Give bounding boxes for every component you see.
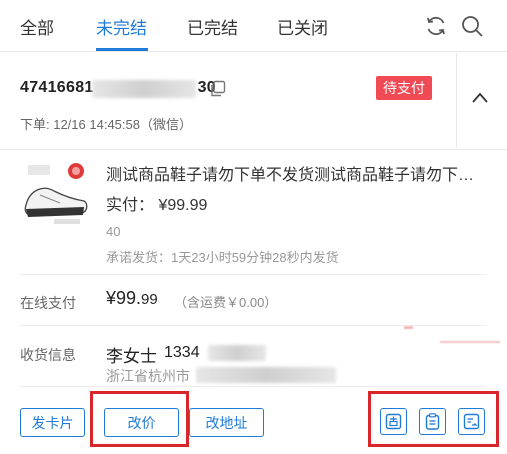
product-quantity: 40 [106,224,121,239]
payment-label: 在线支付 [20,295,76,311]
highlight-box-action-icons [368,391,499,447]
row-divider [20,325,486,326]
order-card: 47416681 30 下单: 12/16 14:45:58（微信） 待支付 测试… [0,53,507,454]
faint-overlay [440,341,500,343]
masked-phone [208,345,266,361]
payment-amount: ¥99.99 [106,288,158,308]
receiver-label: 收货信息 [20,347,76,363]
tab-finished[interactable]: 已完结 [187,14,238,39]
ship-promise: 承诺发货：1天23小时59分钟28秒内发货 [106,250,339,265]
product-price-label: 实付： [106,197,155,214]
row-divider [20,274,486,275]
payment-note: （含运费￥0.00） [174,295,278,310]
search-icon[interactable] [460,14,484,38]
receiver-name: 李女士 [106,347,157,366]
change-address-button[interactable]: 改地址 [189,408,264,437]
refresh-icon[interactable] [424,14,448,38]
copy-icon[interactable] [209,80,227,98]
order-status-tabs: 全部 未完结 已完结 已关闭 [0,0,507,52]
faint-overlay: ▬ [404,321,413,331]
status-badge: 待支付 [376,76,432,100]
tab-unfinished[interactable]: 未完结 [96,14,147,39]
section-divider [0,149,507,150]
receiver-address: 浙江省杭州市 [106,368,190,384]
collapse-chevron-icon[interactable] [470,88,490,108]
tab-closed[interactable]: 已关闭 [277,14,328,39]
send-card-button[interactable]: 发卡片 [20,408,85,437]
receiver-phone: 1334 [164,344,200,361]
product-title[interactable]: 测试商品鞋子请勿下单不发货测试商品鞋子请勿下单不发货 [106,161,486,185]
product-image[interactable] [20,159,92,231]
masked-address [196,367,336,383]
header-divider [456,53,457,148]
tab-all[interactable]: 全部 [20,14,54,39]
product-price: ¥99.99 [158,197,208,214]
product-price-row: 实付： ¥99.99 [106,191,207,215]
row-divider [20,386,486,387]
masked-order-number [92,80,196,98]
highlight-box-change-price [90,391,189,447]
order-time: 下单: 12/16 14:45:58（微信） [20,117,192,132]
active-tab-indicator [96,48,148,51]
